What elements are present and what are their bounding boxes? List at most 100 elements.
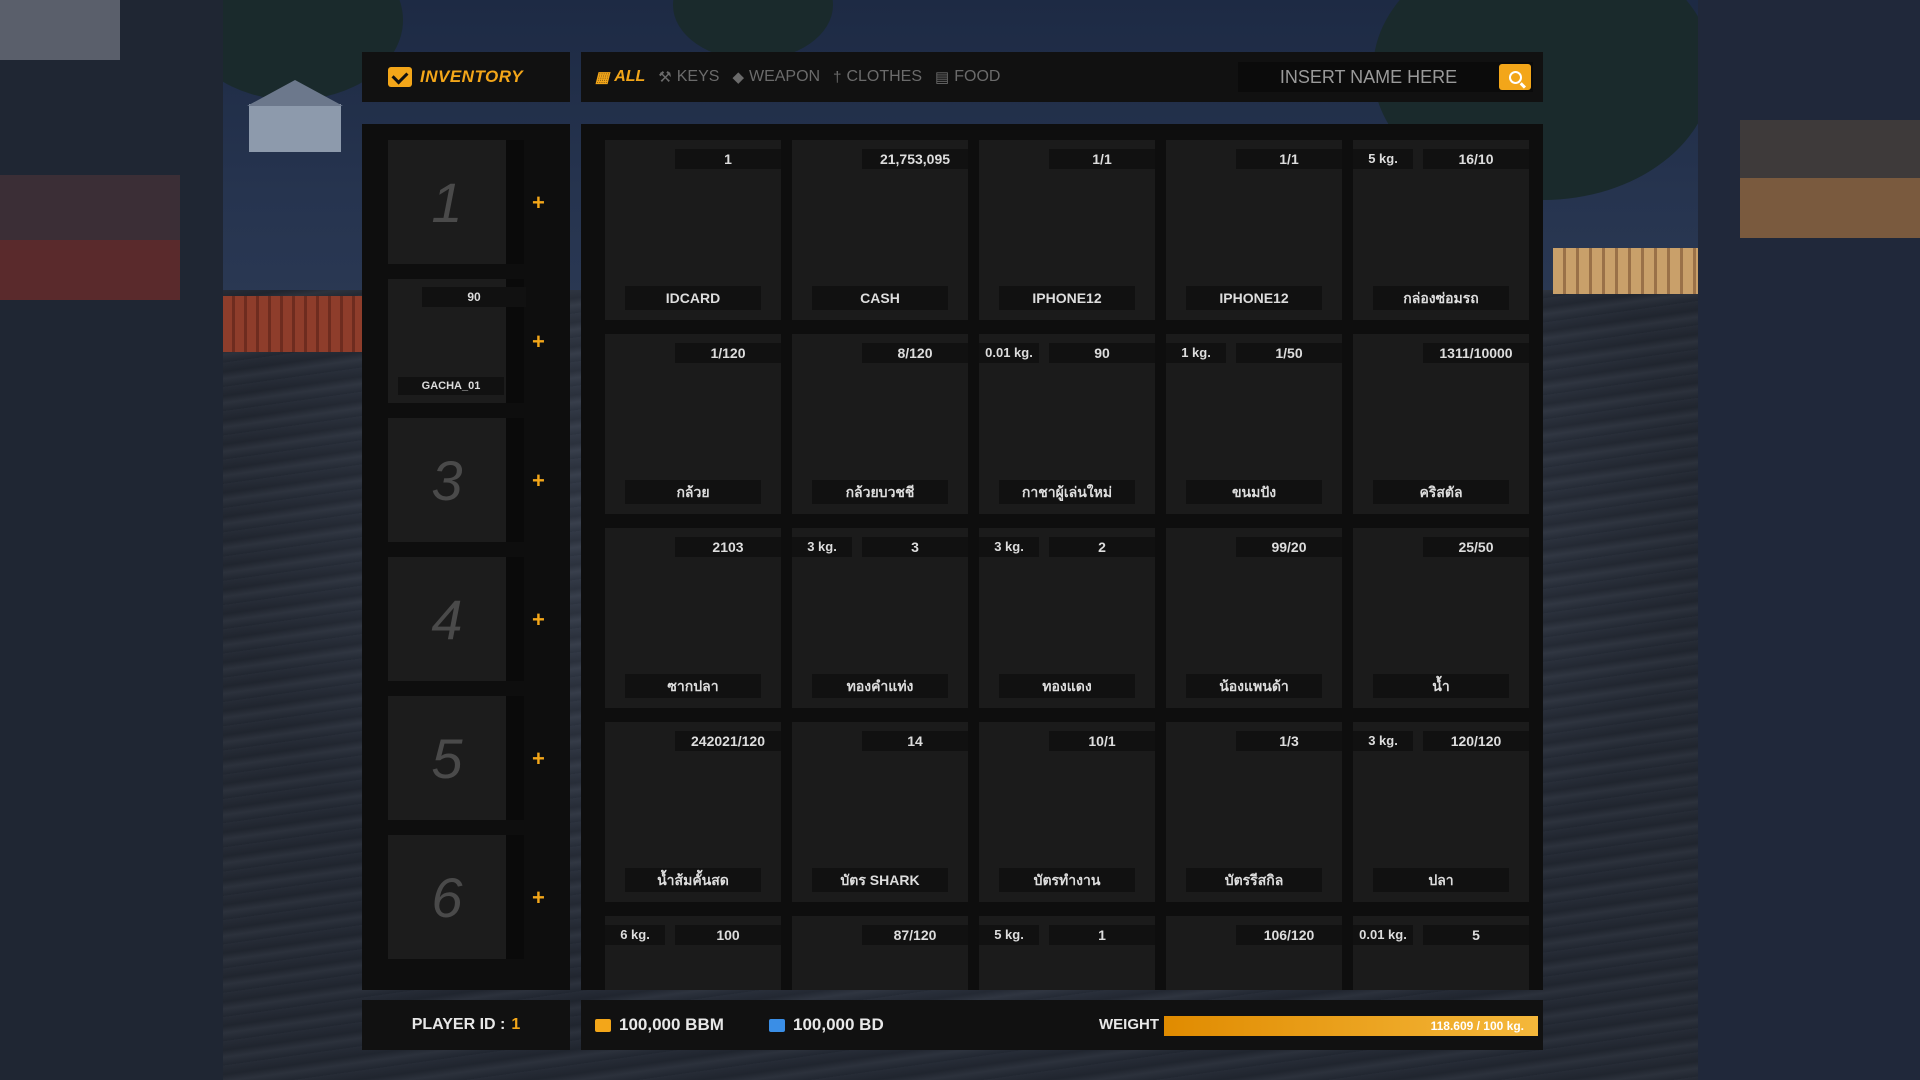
money-bd: 100,000 BD (769, 1000, 884, 1050)
item-weight: 0.01 kg. (979, 343, 1039, 363)
add-to-hotbar-button[interactable]: + (532, 329, 545, 355)
inventory-slot[interactable]: 14 บัตร SHARK (792, 722, 968, 902)
inventory-slot[interactable]: 1/1 IPHONE12 (1166, 140, 1342, 320)
hotbar-slot-rail (506, 696, 524, 820)
hotbar-slot[interactable]: 90 GACHA_01 + (388, 279, 545, 403)
tab-label: FOOD (954, 68, 1001, 85)
item-count: 1311/10000 (1423, 343, 1529, 363)
item-count: 1/3 (1236, 731, 1342, 751)
inventory-slot[interactable]: 3 kg. 120/120 ปลา (1353, 722, 1529, 902)
tab-weapon[interactable]: ◆ WEAPON (732, 68, 820, 86)
item-name: บัตร SHARK (812, 868, 948, 892)
item-name: น้องแพนด้า (1186, 674, 1322, 698)
inventory-slot[interactable]: 8/120 กล้วยบวชชี (792, 334, 968, 514)
add-to-hotbar-button[interactable]: + (532, 468, 545, 494)
add-to-hotbar-button[interactable]: + (532, 190, 545, 216)
player-id-label: PLAYER ID : (411, 1016, 506, 1033)
add-to-hotbar-button[interactable]: + (532, 746, 545, 772)
item-name: บัตรรีสกิล (1186, 868, 1322, 892)
category-tabs: ▦ ALL ⚒ KEYS ◆ WEAPON † CLOTHES ▤ FOOD (595, 52, 1000, 102)
inventory-slot[interactable]: 1 kg. 1/50 ขนมปัง (1166, 334, 1342, 514)
blurred-left-edge (0, 0, 223, 1080)
hotbar-slot-rail (506, 140, 524, 264)
weight-label: WEIGHT (1099, 1016, 1159, 1033)
inventory-slot[interactable]: 1/120 กล้วย (605, 334, 781, 514)
category-bar: ▦ ALL ⚒ KEYS ◆ WEAPON † CLOTHES ▤ FOOD (581, 52, 1543, 102)
item-count: 2 (1049, 537, 1155, 557)
player-id-value: 1 (511, 1016, 521, 1033)
inventory-slot[interactable]: 99/20 น้องแพนด้า (1166, 528, 1342, 708)
item-name: ทองคำแท่ง (812, 674, 948, 698)
item-count: 87/120 (862, 925, 968, 945)
house (249, 104, 341, 152)
item-count: 100 (675, 925, 781, 945)
inventory-slot[interactable]: 242021/120 น้ำส้มคั้นสด (605, 722, 781, 902)
weight-text: 118.609 / 100 kg. (1430, 1019, 1524, 1033)
hotbar-slot[interactable]: 1 + (388, 140, 545, 264)
hotbar-slot[interactable]: 6 + (388, 835, 545, 959)
hotbar-slot[interactable]: 4 + (388, 557, 545, 681)
inventory-slot[interactable]: 6 kg. 100 (605, 916, 781, 990)
blur-block (0, 0, 120, 60)
item-name: IPHONE12 (999, 286, 1135, 310)
search-input[interactable] (1238, 65, 1499, 89)
player-id-box: PLAYER ID : 1 (362, 1000, 570, 1050)
inventory-slot[interactable]: 2103 ซากปลา (605, 528, 781, 708)
inventory-slot[interactable]: 10/1 บัตรทำงาน (979, 722, 1155, 902)
tab-keys[interactable]: ⚒ KEYS (658, 68, 719, 86)
item-count: 1/1 (1049, 149, 1155, 169)
add-to-hotbar-button[interactable]: + (532, 885, 545, 911)
inventory-slot[interactable]: 3 kg. 3 ทองคำแท่ง (792, 528, 968, 708)
hotbar-item-name: GACHA_01 (398, 377, 504, 395)
inventory-slot[interactable]: 21,753,095 CASH (792, 140, 968, 320)
tab-food[interactable]: ▤ FOOD (935, 68, 1000, 86)
item-weight: 3 kg. (792, 537, 852, 557)
inventory-slot[interactable]: 1 IDCARD (605, 140, 781, 320)
inventory-slot[interactable]: 1311/10000 คริสตัล (1353, 334, 1529, 514)
item-name: ซากปลา (625, 674, 761, 698)
item-name: กล่องซ่อมรถ (1373, 286, 1509, 310)
tab-label: ALL (614, 68, 646, 85)
inventory-header: INVENTORY (362, 52, 570, 102)
hotbar-slot-number: 4 (431, 587, 463, 651)
item-name: คริสตัล (1373, 480, 1509, 504)
hotbar-slot-number: 5 (431, 726, 463, 790)
inventory-slot[interactable]: 1/1 IPHONE12 (979, 140, 1155, 320)
item-count: 242021/120 (675, 731, 781, 751)
add-to-hotbar-button[interactable]: + (532, 607, 545, 633)
tab-all[interactable]: ▦ ALL (595, 68, 645, 86)
item-weight: 6 kg. (605, 925, 665, 945)
item-count: 21,753,095 (862, 149, 968, 169)
inventory-slot[interactable]: 3 kg. 2 ทองแดง (979, 528, 1155, 708)
tree (673, 0, 833, 60)
inventory-slot[interactable]: 5 kg. 16/10 กล่องซ่อมรถ (1353, 140, 1529, 320)
tab-label: CLOTHES (846, 68, 923, 85)
tab-clothes[interactable]: † CLOTHES (833, 68, 922, 86)
item-count: 1/50 (1236, 343, 1342, 363)
inventory-slot[interactable]: 106/120 (1166, 916, 1342, 990)
item-count: 1 (675, 149, 781, 169)
blur-block (0, 175, 180, 245)
inventory-slot[interactable]: 87/120 (792, 916, 968, 990)
search-button[interactable] (1499, 64, 1531, 90)
item-name: น้ำ (1373, 674, 1509, 698)
inventory-slot[interactable]: 1/3 บัตรรีสกิล (1166, 722, 1342, 902)
item-count: 10/1 (1049, 731, 1155, 751)
hotbar-item-count: 90 (422, 287, 526, 307)
person-icon: † (833, 68, 842, 86)
item-count: 99/20 (1236, 537, 1342, 557)
item-name: IPHONE12 (1186, 286, 1322, 310)
item-count: 16/10 (1423, 149, 1529, 169)
hotbar-slot[interactable]: 3 + (388, 418, 545, 542)
hotbar-slot[interactable]: 5 + (388, 696, 545, 820)
inventory-slot[interactable]: 5 kg. 1 (979, 916, 1155, 990)
tab-label: WEAPON (748, 68, 821, 85)
hotbar-slot-number: 6 (431, 865, 463, 929)
inventory-slot[interactable]: 25/50 น้ำ (1353, 528, 1529, 708)
item-count: 1/120 (675, 343, 781, 363)
inventory-grid: 1 IDCARD 21,753,095 CASH 1/1 IPHONE12 1/1 IPHON… (581, 124, 1543, 990)
item-name: CASH (812, 286, 948, 310)
item-count: 120/120 (1423, 731, 1529, 751)
inventory-slot[interactable]: 0.01 kg. 90 กาชาผู้เล่นใหม่ (979, 334, 1155, 514)
inventory-slot[interactable]: 0.01 kg. 5 (1353, 916, 1529, 990)
